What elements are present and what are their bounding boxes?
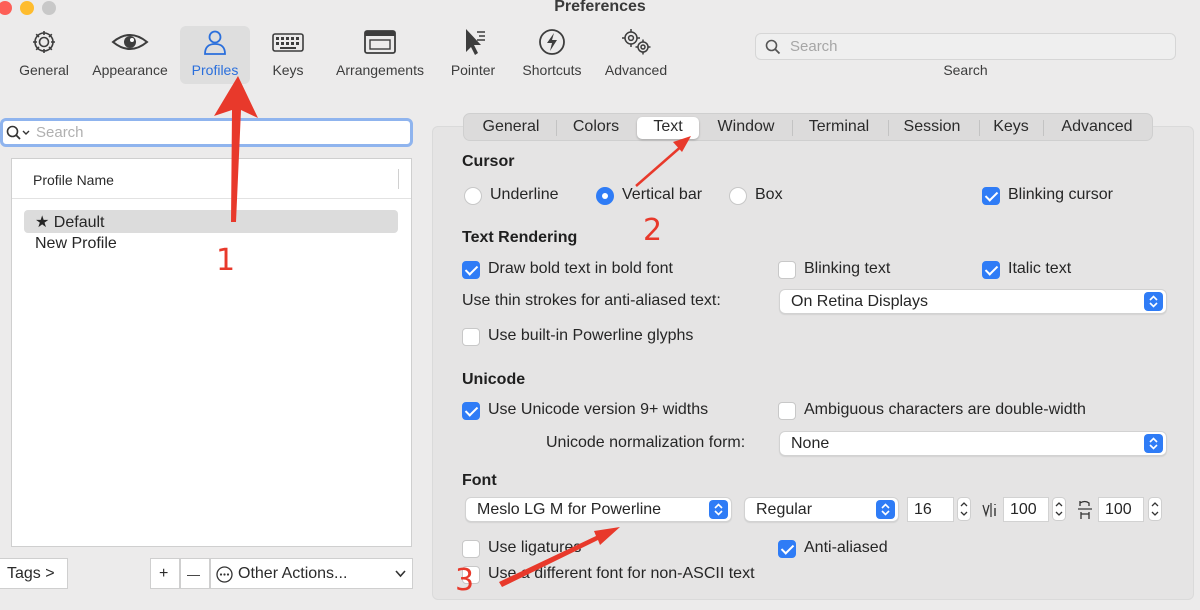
chevron-down-icon — [395, 570, 406, 578]
annotation-label-3: 3 — [455, 563, 475, 598]
lightning-icon — [539, 29, 565, 55]
font-heading: Font — [462, 472, 497, 489]
toolbar-appearance[interactable]: Appearance — [86, 26, 174, 84]
thin-strokes-select[interactable]: On Retina Displays — [779, 289, 1167, 314]
toolbar-advanced[interactable]: Advanced — [598, 26, 674, 84]
unicode-v9-checkbox[interactable] — [462, 402, 480, 420]
font-family-select[interactable]: Meslo LG M for Powerline — [465, 497, 732, 522]
search-filter-icon — [6, 125, 30, 140]
profile-row-new-profile[interactable]: New Profile — [24, 233, 398, 256]
annotation-label-2: 2 — [643, 213, 663, 248]
tab-session[interactable]: Session — [892, 117, 972, 139]
cursor-box-radio[interactable] — [729, 187, 747, 205]
eye-icon — [111, 34, 149, 50]
vertical-spacing-icon — [1078, 500, 1092, 519]
horizontal-spacing-field[interactable]: 100 — [1003, 497, 1049, 522]
text-rendering-heading: Text Rendering — [462, 229, 578, 246]
ligatures-label: Use ligatures — [488, 539, 582, 556]
other-actions-button[interactable]: Other Actions... — [210, 558, 413, 589]
font-size-field[interactable]: 16 — [907, 497, 954, 522]
cursor-vertical-bar-label: Vertical bar — [622, 186, 703, 203]
vertical-spacing-field[interactable]: 100 — [1098, 497, 1144, 522]
gears-icon — [622, 29, 651, 55]
tab-colors[interactable]: Colors — [559, 117, 633, 139]
tab-text[interactable]: Text — [637, 117, 699, 139]
blinking-text-checkbox[interactable] — [778, 261, 796, 279]
ligatures-checkbox[interactable] — [462, 540, 480, 558]
toolbar-keys[interactable]: Keys — [260, 26, 316, 84]
star-icon: ★ — [35, 214, 54, 231]
popup-arrows-icon — [1144, 434, 1163, 453]
italic-text-label: Italic text — [1008, 260, 1072, 277]
powerline-glyphs-checkbox[interactable] — [462, 328, 480, 346]
bold-font-label: Draw bold text in bold font — [488, 260, 673, 277]
horizontal-spacing-icon — [982, 503, 996, 518]
popup-arrows-icon — [876, 500, 895, 519]
windows-icon — [364, 30, 396, 54]
blinking-cursor-label: Blinking cursor — [1008, 186, 1113, 203]
tab-keys[interactable]: Keys — [983, 117, 1039, 139]
window-title: Preferences — [554, 0, 646, 15]
non-ascii-font-label: Use a different font for non-ASCII text — [488, 565, 755, 582]
ellipsis-circle-icon — [216, 566, 233, 583]
cursor-underline-label: Underline — [490, 186, 559, 203]
profile-list-header[interactable]: Profile Name — [12, 159, 411, 199]
horizontal-spacing-stepper[interactable] — [1052, 497, 1066, 521]
add-profile-button[interactable]: + — [150, 558, 180, 589]
profile-label: New Profile — [35, 235, 117, 252]
profile-tabs: General Colors Text Window Terminal Sess… — [463, 113, 1153, 141]
gear-icon — [33, 31, 55, 53]
search-label: Search — [943, 62, 988, 78]
cursor-vertical-bar-radio[interactable] — [596, 187, 614, 205]
profile-label: Default — [53, 214, 105, 231]
font-style-select[interactable]: Regular — [744, 497, 899, 522]
toolbar-search-field[interactable]: Search — [755, 33, 1176, 60]
profile-row-default[interactable]: ★ Default — [24, 210, 398, 233]
vertical-spacing-stepper[interactable] — [1148, 497, 1162, 521]
profile-name-column: Profile Name — [33, 172, 114, 188]
blinking-cursor-checkbox[interactable] — [982, 187, 1000, 205]
thin-strokes-label: Use thin strokes for anti-aliased text: — [462, 292, 721, 309]
blinking-text-label: Blinking text — [804, 260, 891, 277]
toolbar-general[interactable]: General — [12, 26, 76, 84]
tab-window[interactable]: Window — [702, 117, 790, 139]
toolbar-shortcuts[interactable]: Shortcuts — [514, 26, 590, 84]
popup-arrows-icon — [709, 500, 728, 519]
search-placeholder: Search — [790, 38, 838, 55]
annotation-label-1: 1 — [216, 243, 236, 278]
cursor-heading: Cursor — [462, 153, 515, 170]
toolbar-profiles[interactable]: Profiles — [180, 26, 250, 84]
ambiguous-width-checkbox[interactable] — [778, 402, 796, 420]
unicode-heading: Unicode — [462, 371, 526, 388]
normalization-select[interactable]: None — [779, 431, 1167, 456]
tab-advanced[interactable]: Advanced — [1048, 117, 1146, 139]
pointer-icon — [466, 29, 485, 55]
tab-general[interactable]: General — [468, 117, 554, 139]
tab-terminal[interactable]: Terminal — [796, 117, 882, 139]
popup-arrows-icon — [1144, 292, 1163, 311]
bold-font-checkbox[interactable] — [462, 261, 480, 279]
anti-aliased-label: Anti-aliased — [804, 539, 888, 556]
powerline-glyphs-label: Use built-in Powerline glyphs — [488, 327, 694, 344]
unicode-v9-label: Use Unicode version 9+ widths — [488, 401, 709, 418]
remove-profile-button[interactable]: — — [180, 558, 210, 589]
anti-aliased-checkbox[interactable] — [778, 540, 796, 558]
tags-button[interactable]: Tags > — [0, 558, 68, 589]
normalization-label: Unicode normalization form: — [546, 434, 746, 451]
italic-text-checkbox[interactable] — [982, 261, 1000, 279]
cursor-underline-radio[interactable] — [464, 187, 482, 205]
search-icon — [765, 39, 781, 55]
font-size-stepper[interactable] — [957, 497, 971, 521]
toolbar-pointer[interactable]: Pointer — [444, 26, 502, 84]
keyboard-icon — [272, 33, 304, 52]
profile-search-input[interactable]: Search — [0, 118, 413, 147]
toolbar-arrangements[interactable]: Arrangements — [328, 26, 432, 84]
cursor-box-label: Box — [755, 186, 783, 203]
person-icon — [204, 30, 226, 55]
ambiguous-width-label: Ambiguous characters are double-width — [804, 401, 1086, 418]
profile-search-placeholder: Search — [36, 124, 84, 141]
